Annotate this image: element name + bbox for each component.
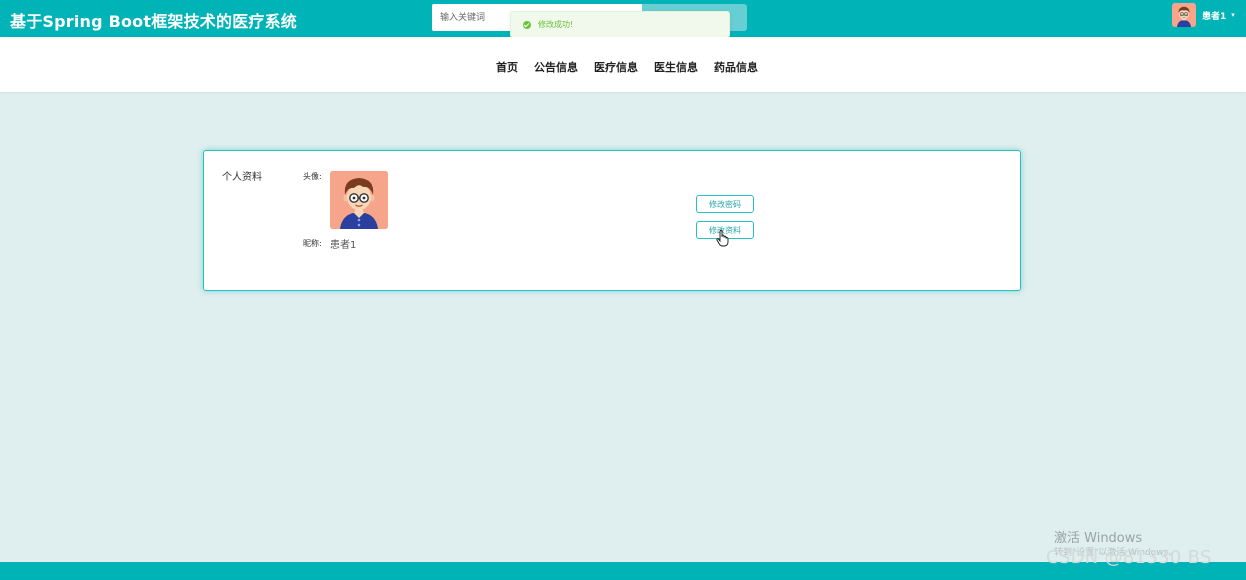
hand-cursor-icon: [716, 230, 729, 247]
user-name[interactable]: 患者1: [1202, 9, 1226, 22]
nav-item-medical-info[interactable]: 医疗信息: [586, 59, 646, 75]
avatar-illustration-icon: [1172, 3, 1196, 27]
nav-item-doctor-info[interactable]: 医生信息: [646, 59, 706, 75]
chevron-down-icon[interactable]: ▾: [1231, 11, 1235, 19]
nav-item-announcements[interactable]: 公告信息: [526, 59, 586, 75]
nickname-label: 昵称:: [303, 239, 322, 248]
toast-message: 修改成功!: [538, 20, 574, 29]
avatar-illustration-icon: [330, 171, 388, 229]
csdn-watermark: CSDN @81330 BS: [1046, 547, 1212, 568]
nickname-value: 患者1: [330, 240, 357, 251]
success-check-icon: [523, 20, 531, 29]
user-avatar[interactable]: [1172, 3, 1196, 27]
success-toast: 修改成功!: [510, 11, 730, 38]
profile-section-title: 个人资料: [222, 172, 262, 183]
nav-item-medicine-info[interactable]: 药品信息: [706, 59, 766, 75]
nav-item-home[interactable]: 首页: [488, 59, 526, 75]
windows-activate-title: 激活 Windows: [1054, 531, 1143, 546]
site-title: 基于Spring Boot框架技术的医疗系统: [10, 12, 297, 31]
change-password-button[interactable]: 修改密码: [696, 195, 754, 213]
user-menu[interactable]: 患者1 ▾: [1172, 3, 1235, 27]
profile-card: 个人资料 头像: 昵称: 患者1 修改密码 修改资料: [203, 150, 1021, 291]
avatar-label: 头像:: [303, 172, 322, 181]
main-navigation: 首页 公告信息 医疗信息 医生信息 药品信息: [0, 37, 1246, 92]
profile-avatar: [330, 171, 388, 229]
